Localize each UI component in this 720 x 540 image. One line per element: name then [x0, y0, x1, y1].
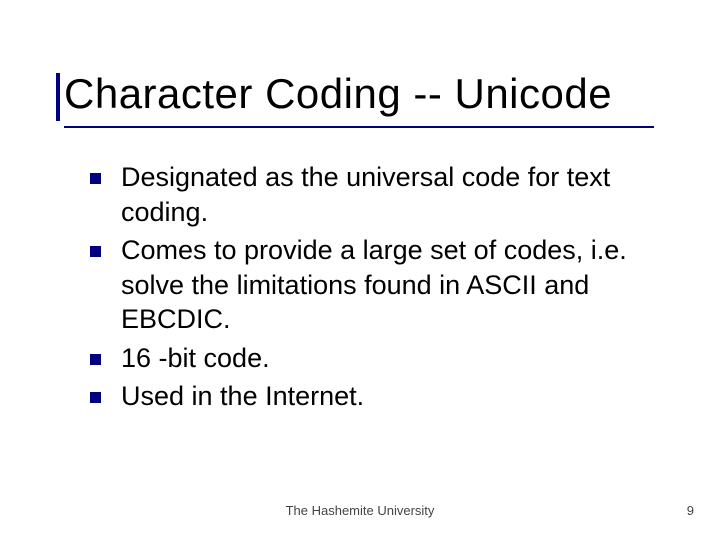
list-item: Comes to provide a large set of codes, i… — [90, 233, 645, 337]
slide: Character Coding -- Unicode Designated a… — [0, 0, 720, 540]
bullet-text: Used in the Internet. — [121, 379, 364, 414]
footer-center-text: The Hashemite University — [0, 503, 720, 518]
square-bullet-icon — [90, 392, 101, 403]
title-accent-bar — [56, 73, 60, 121]
bullet-list: Designated as the universal code for tex… — [90, 160, 645, 418]
square-bullet-icon — [90, 354, 101, 365]
list-item: Used in the Internet. — [90, 379, 645, 414]
bullet-text: Designated as the universal code for tex… — [121, 160, 645, 229]
list-item: 16 -bit code. — [90, 341, 645, 376]
square-bullet-icon — [90, 246, 101, 257]
title-block: Character Coding -- Unicode — [64, 70, 690, 128]
bullet-text: Comes to provide a large set of codes, i… — [121, 233, 645, 337]
list-item: Designated as the universal code for tex… — [90, 160, 645, 229]
bullet-text: 16 -bit code. — [121, 341, 270, 376]
title-underline — [64, 126, 654, 128]
slide-title: Character Coding -- Unicode — [64, 70, 690, 118]
page-number: 9 — [687, 503, 694, 518]
square-bullet-icon — [90, 173, 101, 184]
